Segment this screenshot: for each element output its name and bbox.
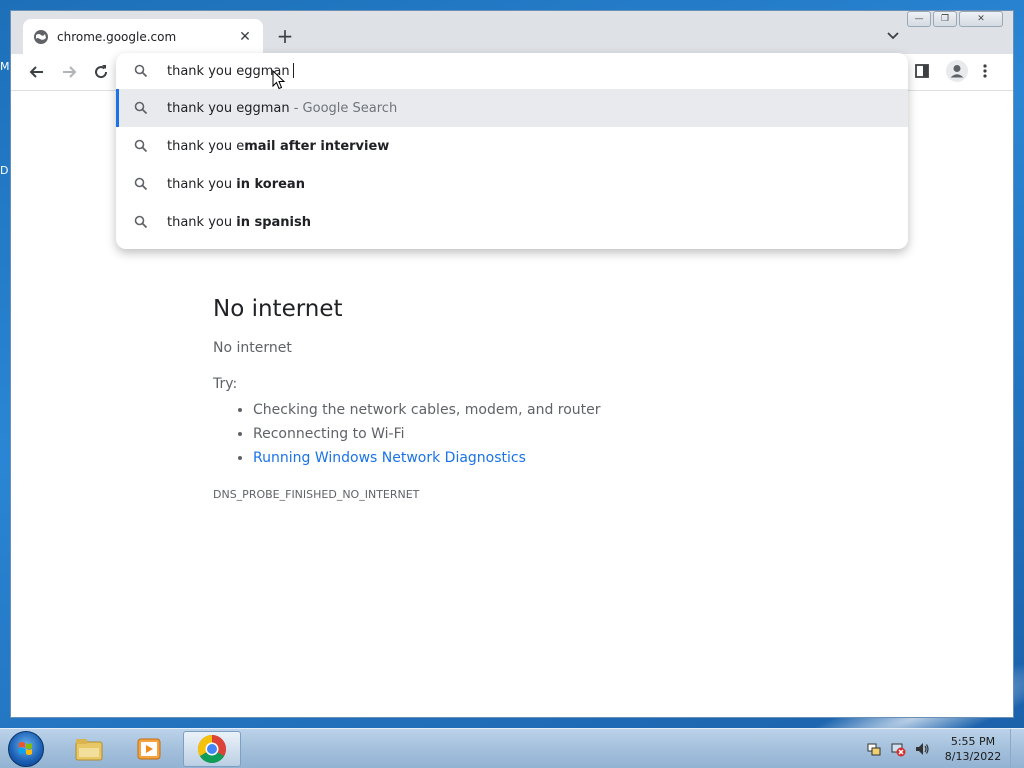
clock-time: 5:55 PM: [950, 735, 996, 748]
volume-icon[interactable]: [914, 741, 930, 757]
close-button[interactable]: ✕: [959, 11, 1003, 27]
toolbar-right: [914, 53, 988, 89]
suggestion-prefix: thank you e: [167, 138, 245, 154]
desktop-icon-label-1[interactable]: M: [0, 60, 10, 73]
suggestion-row[interactable]: thank you in korean: [116, 165, 908, 203]
restore-button[interactable]: ❐: [933, 11, 957, 27]
taskbar-chrome[interactable]: [183, 731, 241, 767]
search-icon: [134, 139, 148, 153]
folder-icon: [75, 739, 103, 761]
minimize-button[interactable]: —: [907, 11, 931, 27]
globe-icon: [34, 29, 48, 44]
tip-item: Reconnecting to Wi-Fi: [253, 422, 813, 446]
side-panel-icon[interactable]: [914, 63, 930, 79]
desktop-icon-label-2[interactable]: D: [0, 164, 10, 177]
profile-avatar-icon[interactable]: [946, 60, 968, 82]
more-menu-icon[interactable]: [982, 63, 988, 79]
window-controls: — ❐ ✕: [907, 11, 1003, 27]
error-code: DNS_PROBE_FINISHED_NO_INTERNET: [213, 488, 420, 501]
taskbar: 5:55 PM 8/13/2022: [0, 728, 1024, 768]
error-container: No internet No internet Try: Checking th…: [213, 296, 813, 501]
mouse-cursor-icon: [272, 70, 286, 90]
back-arrow-icon[interactable]: [27, 62, 47, 82]
tab-close-icon[interactable]: ✕: [237, 29, 253, 45]
forward-arrow-icon[interactable]: [59, 62, 79, 82]
error-title: No internet: [213, 296, 343, 322]
chrome-icon: [198, 735, 226, 763]
search-icon: [134, 177, 148, 191]
chevron-down-icon[interactable]: [885, 27, 901, 43]
omnibox-dropdown: thank you eggman thank you eggman - Goog…: [116, 53, 908, 249]
try-label: Try:: [213, 376, 238, 392]
action-center-icon[interactable]: [866, 741, 882, 757]
clock[interactable]: 5:55 PM 8/13/2022: [940, 734, 1006, 764]
clock-date: 8/13/2022: [944, 750, 1002, 763]
suggestion-bold: in korean: [236, 176, 305, 192]
tab-title: chrome.google.com: [57, 29, 177, 44]
suggestion-bold: mail after interview: [244, 138, 390, 154]
suggestion-prefix: thank you: [167, 176, 237, 192]
search-icon: [134, 64, 148, 78]
network-disconnected-icon[interactable]: [890, 741, 906, 757]
suggestion-row[interactable]: thank you eggman - Google Search: [116, 89, 908, 127]
taskbar-explorer[interactable]: [60, 731, 118, 767]
show-desktop-button[interactable]: [1010, 729, 1024, 768]
omnibox-input[interactable]: thank you eggman: [116, 53, 908, 89]
suggestion-row[interactable]: thank you in spanish: [116, 203, 908, 241]
suggestion-bold: in spanish: [236, 214, 311, 230]
tab-active[interactable]: chrome.google.com ✕: [23, 19, 263, 54]
error-subtitle: No internet: [213, 340, 292, 356]
suggestion-suffix: - Google Search: [289, 100, 398, 116]
taskbar-media-player[interactable]: [120, 731, 178, 767]
search-icon: [134, 101, 148, 115]
start-button[interactable]: [8, 731, 44, 767]
diagnostics-link[interactable]: Running Windows Network Diagnostics: [253, 450, 526, 466]
text-caret: [292, 63, 294, 78]
suggestion-row[interactable]: thank you email after interview: [116, 127, 908, 165]
tip-item: Checking the network cables, modem, and …: [253, 398, 813, 422]
suggestion-prefix: thank you: [167, 214, 237, 230]
media-player-icon: [137, 738, 161, 760]
windows-logo-icon: [19, 742, 32, 755]
system-tray: [866, 741, 930, 757]
reload-icon[interactable]: [91, 62, 111, 82]
suggestion-prefix: thank you eggman: [167, 100, 290, 116]
tips-list: Checking the network cables, modem, and …: [213, 398, 813, 470]
search-icon: [134, 215, 148, 229]
new-tab-button[interactable]: +: [273, 25, 297, 49]
tab-strip: chrome.google.com ✕ + — ❐ ✕: [11, 11, 1013, 54]
